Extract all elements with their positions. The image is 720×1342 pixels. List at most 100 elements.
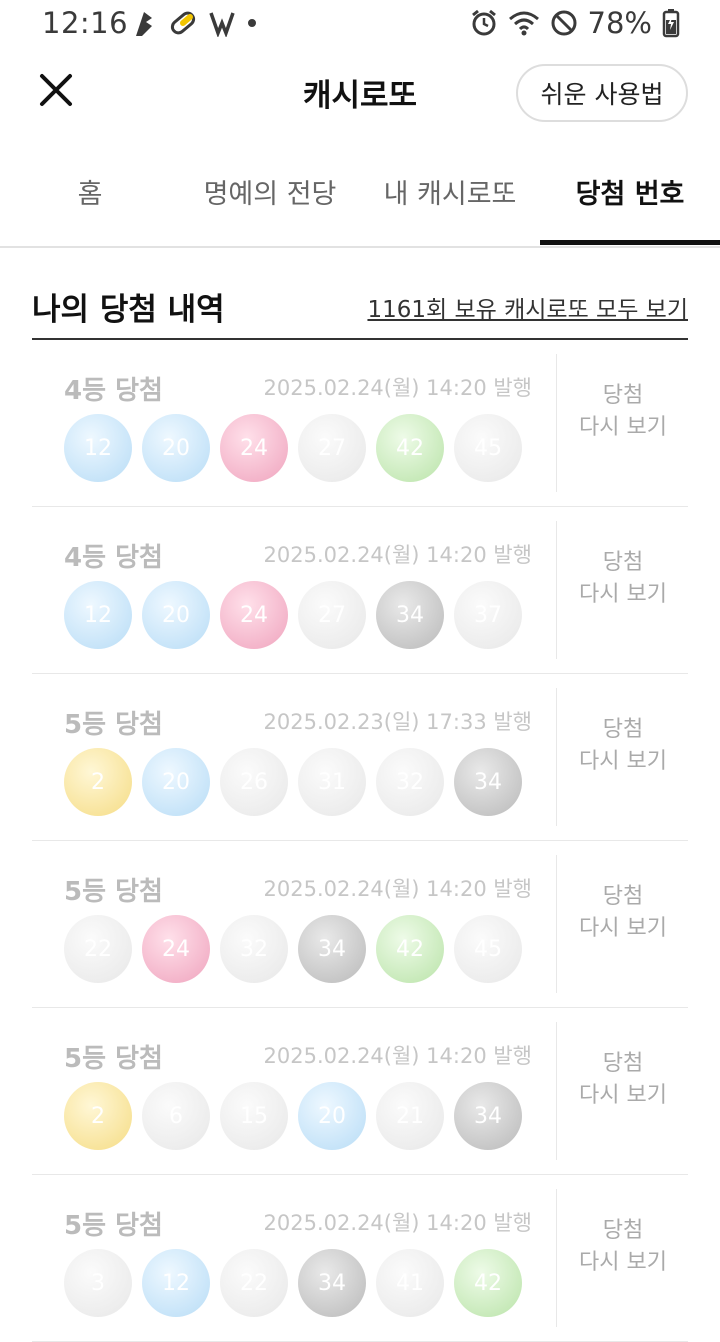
flame-app-icon <box>130 8 158 38</box>
row-divider <box>556 688 557 826</box>
help-button[interactable]: 쉬운 사용법 <box>516 64 688 122</box>
tab-hall-of-fame[interactable]: 명예의 전당 <box>180 172 360 211</box>
lotto-ball: 31 <box>298 748 366 816</box>
row-divider <box>556 521 557 659</box>
rank-label: 5등 당첨 <box>64 1044 163 1074</box>
issue-date: 2025.02.24(월) 14:20 발행 <box>263 877 532 901</box>
row-divider <box>556 354 557 492</box>
system-icons: 78% <box>470 6 680 40</box>
review-label-line1: 당첨 <box>602 550 644 575</box>
row-divider <box>556 855 557 993</box>
tab-my-cashlotto[interactable]: 내 캐시로또 <box>360 172 540 211</box>
lotto-ball: 41 <box>376 1249 444 1317</box>
rank-label: 4등 당첨 <box>64 376 163 406</box>
lotto-ball: 34 <box>298 915 366 983</box>
lotto-ball: 2 <box>64 748 132 816</box>
number-balls: 12 20 24 27 34 37 <box>64 581 522 649</box>
review-label-line2: 다시 보기 <box>579 1250 667 1275</box>
lotto-ball: 42 <box>454 1249 522 1317</box>
lotto-ball: 27 <box>298 581 366 649</box>
lotto-ball: 20 <box>142 414 210 482</box>
pill-app-icon <box>168 8 198 38</box>
lotto-ball: 45 <box>454 915 522 983</box>
review-label-line2: 다시 보기 <box>579 1083 667 1108</box>
review-again-button[interactable]: 당첨다시 보기 <box>558 1048 688 1112</box>
lotto-ball: 45 <box>454 414 522 482</box>
review-again-button[interactable]: 당첨 다시 보기 <box>558 714 688 778</box>
review-label-line2: 다시 보기 <box>579 582 667 607</box>
lotto-ball: 21 <box>376 1082 444 1150</box>
do-not-disturb-icon <box>550 9 578 37</box>
rank-label: 5등 당첨 <box>64 877 163 907</box>
lotto-ball: 24 <box>142 915 210 983</box>
tab-home[interactable]: 홈 <box>0 172 180 211</box>
lotto-ball: 34 <box>376 581 444 649</box>
active-tab-indicator <box>540 240 720 245</box>
review-again-button[interactable]: 당첨다시 보기 <box>558 1215 688 1279</box>
list-item: 5등 당첨 2025.02.23(일) 17:33 발행 2 20 26 31 32 34 당첨… <box>32 674 688 841</box>
alarm-icon <box>470 9 498 37</box>
review-label-line1: 당첨 <box>602 884 644 909</box>
number-balls: 2 20 26 31 32 34 <box>64 748 522 816</box>
lotto-ball: 42 <box>376 414 444 482</box>
review-label-line1: 당첨 <box>602 1218 644 1243</box>
notification-icons <box>130 8 258 38</box>
issue-date: 2025.02.24(월) 14:20 발행 <box>263 376 532 400</box>
review-again-button[interactable]: 당첨 다시 보기 <box>558 380 688 444</box>
lotto-ball: 24 <box>220 414 288 482</box>
lotto-ball: 27 <box>298 414 366 482</box>
battery-percent: 78% <box>587 6 652 40</box>
review-again-button[interactable]: 당첨다시 보기 <box>558 547 688 611</box>
list-item: 5등 당첨 2025.02.24(월) 14:20 발행 22 24 32 34 42 45 당… <box>32 841 688 1008</box>
v-app-icon <box>208 9 236 37</box>
review-again-button[interactable]: 당첨다시 보기 <box>558 881 688 945</box>
list-item: 5등 당첨 2025.02.24(월) 14:20 발행 2 6 15 20 21 34 당첨 다… <box>32 1008 688 1175</box>
list-item: 4등 당첨 2025.02.24(월) 14:20 발행 12 20 24 27 34 37 당… <box>32 507 688 674</box>
review-label-line2: 다시 보기 <box>579 916 667 941</box>
lotto-ball: 42 <box>376 915 444 983</box>
review-label-line2: 다시 보기 <box>579 415 667 440</box>
row-divider <box>556 1189 557 1327</box>
lotto-ball: 32 <box>220 915 288 983</box>
dot-icon <box>246 9 258 37</box>
rank-label: 4등 당첨 <box>64 543 163 573</box>
rank-label: 5등 당첨 <box>64 710 163 740</box>
issue-date: 2025.02.24(월) 14:20 발행 <box>263 1044 532 1068</box>
lotto-ball: 12 <box>142 1249 210 1317</box>
close-icon <box>40 74 72 106</box>
list-item: 4등 당첨 2025.02.24(월) 14:20 발행 12 20 24 27 42 45 당… <box>32 340 688 507</box>
lotto-ball: 20 <box>142 748 210 816</box>
view-all-link[interactable]: 1161회 보유 캐시로또 모두 보기 <box>367 290 688 324</box>
lotto-ball: 26 <box>220 748 288 816</box>
lotto-ball: 34 <box>298 1249 366 1317</box>
lotto-ball: 15 <box>220 1082 288 1150</box>
lotto-ball: 20 <box>298 1082 366 1150</box>
lotto-ball: 22 <box>64 915 132 983</box>
number-balls: 2 6 15 20 21 34 <box>64 1082 522 1150</box>
issue-date: 2025.02.23(일) 17:33 발행 <box>263 710 532 734</box>
wifi-icon <box>508 10 540 36</box>
tab-bar: 홈 명예의 전당 내 캐시로또 당첨 번호 <box>0 150 720 248</box>
tab-winning-numbers[interactable]: 당첨 번호 <box>540 172 720 211</box>
status-bar: 12:16 78% <box>0 0 720 48</box>
review-label-line1: 당첨 <box>602 1051 644 1076</box>
winning-history-list: 4등 당첨 2025.02.24(월) 14:20 발행 12 20 24 27 42 45 당… <box>32 340 688 1342</box>
lotto-ball: 22 <box>220 1249 288 1317</box>
section-title: 나의 당첨 내역 <box>32 292 225 328</box>
number-balls: 3 12 22 34 41 42 <box>64 1249 522 1317</box>
rank-label: 5등 당첨 <box>64 1211 163 1241</box>
lotto-ball: 12 <box>64 581 132 649</box>
battery-charging-icon <box>662 8 680 38</box>
lotto-ball: 2 <box>64 1082 132 1150</box>
review-label-line1: 당첨 <box>602 717 644 742</box>
lotto-ball: 37 <box>454 581 522 649</box>
row-divider <box>556 1022 557 1160</box>
lotto-ball: 34 <box>454 748 522 816</box>
number-balls: 12 20 24 27 42 45 <box>64 414 522 482</box>
lotto-ball: 20 <box>142 581 210 649</box>
close-button[interactable] <box>34 68 78 112</box>
app-header: 캐시로또 쉬운 사용법 <box>0 48 720 148</box>
issue-date: 2025.02.24(월) 14:20 발행 <box>263 1211 532 1235</box>
lotto-ball: 24 <box>220 581 288 649</box>
number-balls: 22 24 32 34 42 45 <box>64 915 522 983</box>
